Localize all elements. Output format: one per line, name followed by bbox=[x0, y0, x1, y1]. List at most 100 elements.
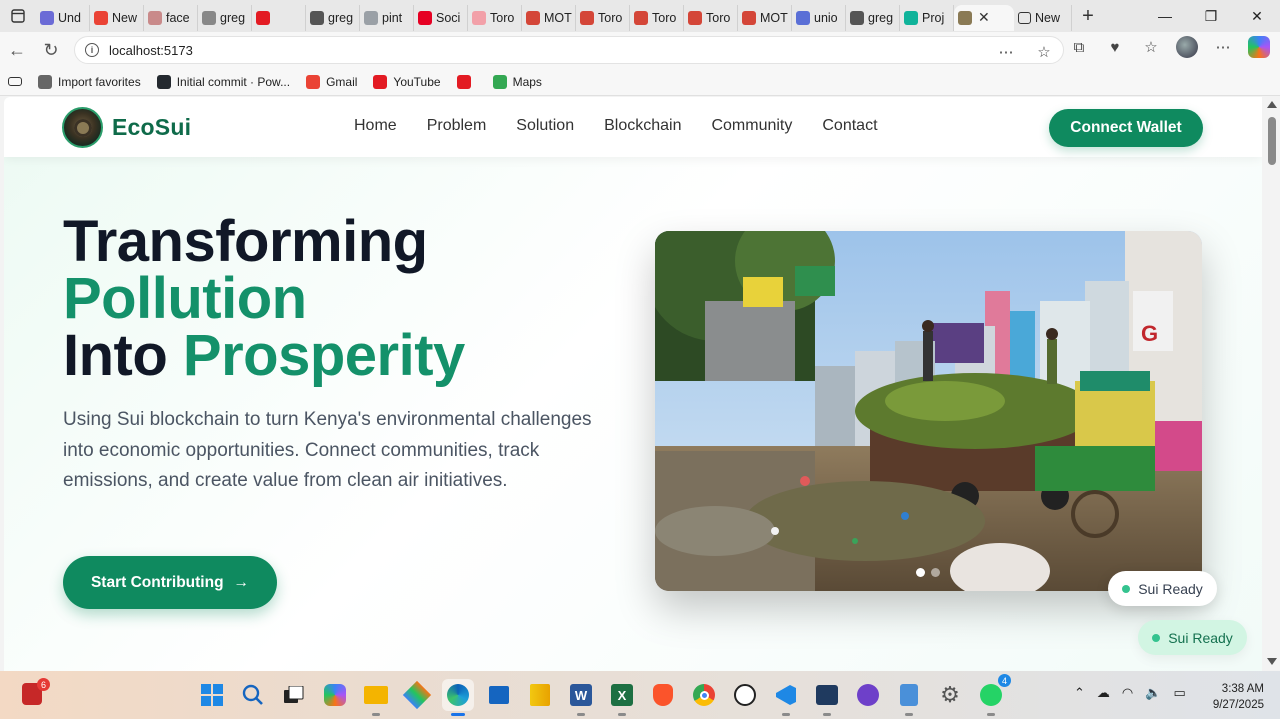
browser-tab[interactable]: Toro bbox=[468, 4, 522, 31]
address-bar[interactable]: i localhost:5173 ⋯ ☆ bbox=[74, 36, 1064, 64]
close-tab-icon[interactable]: ✕ bbox=[978, 9, 990, 26]
favorite-link[interactable] bbox=[449, 70, 485, 94]
copilot-icon[interactable] bbox=[1248, 36, 1270, 58]
tab-label: Und bbox=[58, 10, 81, 25]
brand[interactable]: EcoSui bbox=[62, 107, 191, 148]
favorite-link[interactable]: Import favorites bbox=[30, 70, 149, 94]
whatsapp-icon[interactable]: 4 bbox=[975, 674, 1011, 716]
scroll-down-arrow-icon[interactable] bbox=[1267, 658, 1277, 665]
sui-ready-badge-top: Sui Ready bbox=[1108, 571, 1217, 606]
browser-tab[interactable]: New bbox=[90, 4, 144, 31]
power-bi-icon[interactable] bbox=[524, 679, 556, 711]
carousel-dot-1[interactable] bbox=[916, 568, 925, 577]
nav-link-home[interactable]: Home bbox=[354, 117, 397, 135]
task-view-icon[interactable] bbox=[278, 679, 310, 711]
browser-essentials-icon[interactable]: ♥ bbox=[1104, 36, 1126, 58]
brave-browser-icon[interactable] bbox=[647, 679, 679, 711]
browser-tab[interactable]: greg bbox=[198, 4, 252, 31]
favorite-link[interactable]: Initial commit · Pow... bbox=[149, 70, 298, 94]
chevron-up-icon[interactable]: ⌃ bbox=[1074, 685, 1085, 701]
word-icon[interactable]: W bbox=[565, 679, 597, 716]
hero-title-line-3a: Into bbox=[63, 323, 168, 388]
tab-favicon-icon bbox=[94, 10, 108, 25]
page-scrollbar[interactable] bbox=[1264, 97, 1280, 671]
start-contributing-button[interactable]: Start Contributing → bbox=[63, 556, 277, 609]
tab-label: New bbox=[112, 10, 138, 25]
edge-browser-icon[interactable] bbox=[442, 679, 474, 716]
hero-image-carousel[interactable]: G bbox=[655, 231, 1202, 591]
github-desktop-icon[interactable] bbox=[852, 679, 884, 711]
vscode-icon[interactable] bbox=[770, 679, 802, 716]
scrollbar-thumb[interactable] bbox=[1268, 117, 1276, 165]
active-browser-tab[interactable]: ✕ bbox=[954, 4, 1014, 31]
new-tab-button[interactable]: + bbox=[1072, 0, 1104, 32]
site-info-icon[interactable]: i bbox=[85, 43, 99, 57]
excel-icon[interactable]: X bbox=[606, 679, 638, 716]
extensions-icon[interactable]: ⧉ bbox=[1068, 36, 1090, 58]
onedrive-warning-icon[interactable]: ☁ bbox=[1097, 685, 1110, 701]
tab-new[interactable]: New bbox=[1014, 4, 1072, 31]
browser-tab[interactable]: Proj bbox=[900, 4, 954, 31]
tab-label: greg bbox=[328, 10, 354, 25]
file-explorer-icon[interactable] bbox=[360, 679, 392, 716]
close-window-icon[interactable]: ✕ bbox=[1234, 0, 1280, 32]
tab-label: Toro bbox=[598, 10, 623, 25]
nav-link-contact[interactable]: Contact bbox=[822, 117, 877, 135]
microsoft-store-icon[interactable] bbox=[483, 679, 515, 711]
browser-tab[interactable]: Toro bbox=[684, 4, 738, 31]
wifi-icon[interactable]: ◠ bbox=[1122, 685, 1133, 701]
browser-tab[interactable]: greg bbox=[306, 4, 360, 31]
browser-tab[interactable]: unio bbox=[792, 4, 846, 31]
browser-tab[interactable]: Toro bbox=[576, 4, 630, 31]
favorite-link[interactable]: YouTube bbox=[365, 70, 448, 94]
nav-link-solution[interactable]: Solution bbox=[516, 117, 574, 135]
clock[interactable]: 3:38 AM 9/27/2025 bbox=[1213, 681, 1264, 713]
connect-wallet-button[interactable]: Connect Wallet bbox=[1049, 109, 1203, 147]
nav-link-community[interactable]: Community bbox=[711, 117, 792, 135]
terminal-app-icon[interactable] bbox=[811, 679, 843, 716]
browser-tab[interactable]: MOT bbox=[522, 4, 576, 31]
favorite-link[interactable]: Maps bbox=[485, 70, 550, 94]
status-dot-icon bbox=[1122, 584, 1131, 593]
widgets-icon[interactable]: 6 bbox=[22, 678, 50, 705]
browser-tab[interactable]: Und bbox=[36, 4, 90, 31]
favorite-link[interactable]: Gmail bbox=[298, 70, 365, 94]
favorites-icon[interactable]: ☆ bbox=[1140, 36, 1162, 58]
scroll-up-arrow-icon[interactable] bbox=[1267, 101, 1277, 108]
chrome-icon[interactable] bbox=[688, 679, 720, 711]
nav-link-blockchain[interactable]: Blockchain bbox=[604, 117, 681, 135]
browser-tab[interactable] bbox=[252, 4, 306, 31]
favorite-star-icon[interactable]: ☆ bbox=[1033, 41, 1055, 63]
profile-avatar[interactable] bbox=[1176, 36, 1198, 58]
page-viewport: EcoSui Home Problem Solution Blockchain … bbox=[4, 97, 1262, 671]
football-app-icon[interactable] bbox=[729, 679, 761, 711]
carousel-dot-2[interactable] bbox=[931, 568, 940, 577]
app-launcher-icon[interactable] bbox=[401, 679, 433, 711]
browser-tab[interactable]: Toro bbox=[630, 4, 684, 31]
browser-tab[interactable]: face bbox=[144, 4, 198, 31]
minimize-icon[interactable]: — bbox=[1142, 0, 1188, 32]
maximize-icon[interactable]: ❐ bbox=[1188, 0, 1234, 32]
settings-icon[interactable]: ⚙ bbox=[934, 679, 966, 711]
start-menu-icon[interactable] bbox=[196, 679, 228, 711]
tab-actions-icon[interactable] bbox=[0, 0, 36, 32]
browser-tab[interactable]: Soci bbox=[414, 4, 468, 31]
tab-favicon-icon bbox=[958, 10, 972, 25]
browser-tab[interactable]: MOT bbox=[738, 4, 792, 31]
volume-icon[interactable]: 🔈 bbox=[1145, 685, 1161, 701]
copilot-app-icon[interactable] bbox=[319, 679, 351, 711]
more-options-circle-icon[interactable]: ⋯ bbox=[995, 41, 1017, 63]
search-icon[interactable] bbox=[237, 679, 269, 711]
favorites-bar-toggle-icon[interactable] bbox=[0, 70, 30, 94]
battery-icon[interactable]: ▭ bbox=[1173, 685, 1185, 701]
notepad-icon[interactable] bbox=[893, 679, 925, 716]
browser-tab[interactable]: pint bbox=[360, 4, 414, 31]
back-button[interactable]: ← bbox=[0, 34, 34, 66]
favorite-label: Gmail bbox=[326, 74, 358, 89]
tab-label: New bbox=[1035, 10, 1061, 25]
settings-more-icon[interactable]: ⋯ bbox=[1212, 36, 1234, 58]
refresh-button[interactable]: ↻ bbox=[34, 34, 68, 66]
browser-tab[interactable]: greg bbox=[846, 4, 900, 31]
favorite-label: Maps bbox=[512, 74, 542, 89]
nav-link-problem[interactable]: Problem bbox=[427, 117, 487, 135]
